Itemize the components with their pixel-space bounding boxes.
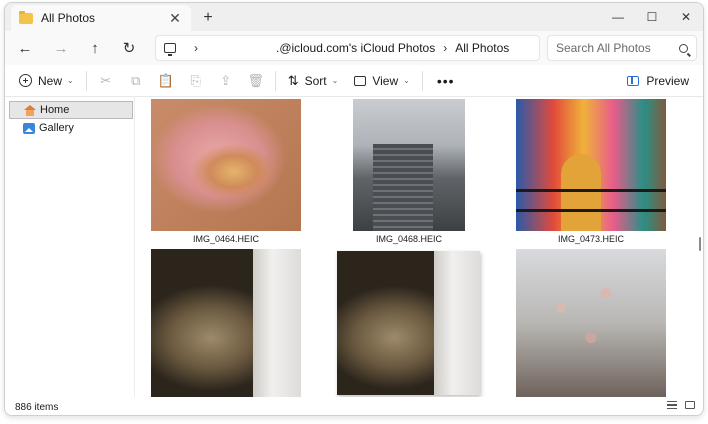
more-options-button[interactable]: •••	[427, 68, 465, 94]
breadcrumb-icloud-photos[interactable]: .@icloud.com's iCloud Photos	[276, 41, 435, 55]
divider	[274, 70, 276, 91]
gallery-icon	[23, 122, 35, 134]
forward-button[interactable]: →	[49, 37, 73, 59]
preview-button[interactable]: Preview	[621, 68, 695, 94]
cut-icon[interactable]: ✂	[91, 68, 121, 94]
up-button[interactable]: ↑	[83, 37, 107, 59]
photo-grid: IMG_0464.HEIC IMG_0468.HEIC IMG_0473.HEI…	[136, 97, 696, 397]
title-bar: All Photos ✕ + — ☐ ✕	[5, 3, 703, 31]
tab-title: All Photos	[41, 11, 96, 25]
sidebar-item-label: Home	[40, 104, 70, 116]
vertical-scrollbar[interactable]	[697, 97, 703, 397]
rename-icon[interactable]: ⎘	[181, 68, 211, 94]
tiles-view-icon[interactable]	[685, 401, 695, 409]
sidebar-item-home[interactable]: Home	[9, 101, 133, 119]
details-view-icon[interactable]	[667, 401, 677, 409]
sort-icon: ⇅	[287, 72, 299, 88]
chevron-down-icon: ⌄	[67, 76, 74, 85]
sort-label: Sort	[304, 73, 327, 88]
navigation-pane: Home Gallery	[5, 97, 135, 397]
search-box[interactable]	[547, 35, 697, 61]
photo-thumbnail[interactable]	[353, 99, 465, 231]
pc-icon	[164, 43, 176, 56]
address-bar[interactable]: › .@icloud.com's iCloud Photos › All Pho…	[155, 35, 540, 61]
view-icon	[354, 75, 367, 86]
chevron-down-icon: ⌄	[403, 76, 410, 85]
sidebar-item-label: Gallery	[39, 122, 74, 134]
new-button[interactable]: New ⌄	[11, 68, 82, 94]
sidebar-item-gallery[interactable]: Gallery	[9, 119, 133, 137]
status-bar: 886 items	[5, 397, 703, 415]
photo-caption[interactable]: IMG_0464.HEIC	[151, 234, 301, 244]
photo-thumbnail[interactable]	[151, 249, 301, 397]
photo-thumbnail[interactable]	[151, 99, 301, 231]
photo-thumbnail[interactable]	[337, 251, 480, 395]
folder-icon	[19, 10, 33, 24]
maximize-button[interactable]: ☐	[635, 3, 669, 31]
home-icon	[24, 104, 36, 116]
search-input[interactable]	[556, 41, 666, 55]
window-controls: — ☐ ✕	[601, 3, 703, 31]
new-label: New	[38, 73, 63, 88]
chevron-down-icon: ⌄	[331, 76, 339, 85]
layout-toggles	[667, 401, 695, 409]
command-bar: New ⌄ ✂ ⧉ 📋 ⎘ ⇪ 🗑 ⇅ Sort ⌄ View ⌄ ••• Pr…	[5, 65, 703, 97]
back-button[interactable]: ←	[13, 37, 37, 59]
paste-icon[interactable]: 📋	[151, 68, 181, 94]
photo-thumbnail[interactable]	[516, 249, 666, 397]
address-row: ← → ↑ ↻ › .@icloud.com's iCloud Photos ›…	[5, 31, 703, 65]
share-icon[interactable]: ⇪	[211, 68, 241, 94]
refresh-button[interactable]: ↻	[117, 37, 141, 59]
preview-label: Preview	[646, 74, 689, 88]
view-button[interactable]: View ⌄	[346, 68, 418, 94]
new-tab-button[interactable]: +	[197, 7, 219, 29]
search-icon[interactable]	[679, 43, 688, 53]
divider	[421, 70, 423, 91]
delete-icon[interactable]: 🗑	[241, 68, 271, 94]
scrollbar-thumb[interactable]	[699, 237, 701, 251]
breadcrumb-separator-icon[interactable]: ›	[194, 41, 198, 55]
close-window-button[interactable]: ✕	[669, 3, 703, 31]
breadcrumb-all-photos[interactable]: All Photos	[455, 41, 509, 55]
tab-all-photos[interactable]: All Photos ✕	[11, 5, 191, 31]
plus-circle-icon	[19, 74, 32, 87]
preview-pane-icon	[627, 76, 640, 86]
photo-thumbnail[interactable]	[516, 99, 666, 231]
photo-caption[interactable]: IMG_0473.HEIC	[516, 234, 666, 244]
copy-icon[interactable]: ⧉	[121, 68, 151, 94]
sort-button[interactable]: ⇅ Sort ⌄	[280, 68, 347, 94]
divider	[85, 70, 87, 91]
tab-close-icon[interactable]: ✕	[167, 10, 183, 27]
view-label: View	[372, 73, 399, 88]
breadcrumb-separator-icon[interactable]: ›	[443, 41, 447, 55]
item-count: 886 items	[15, 401, 59, 413]
file-explorer-window: All Photos ✕ + — ☐ ✕ ← → ↑ ↻ › .@icloud.…	[4, 2, 704, 416]
photo-caption[interactable]: IMG_0468.HEIC	[334, 234, 484, 244]
minimize-button[interactable]: —	[601, 3, 635, 31]
